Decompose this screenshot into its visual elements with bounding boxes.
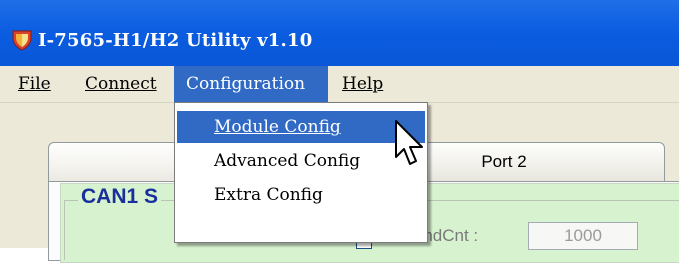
menu-file[interactable]: File xyxy=(10,66,59,102)
menu-item-advanced-config[interactable]: Advanced Config xyxy=(177,145,425,177)
group-title: CAN1 S xyxy=(78,185,162,209)
menu-item-extra-config[interactable]: Extra Config xyxy=(177,179,425,211)
menu-help-label: Help xyxy=(342,74,384,94)
menu-bar: File Connect Configuration Help xyxy=(0,66,679,103)
menu-item-extra-config-label: Extra Config xyxy=(214,185,323,205)
menu-help[interactable]: Help xyxy=(334,66,391,102)
menu-item-module-config[interactable]: Module Config xyxy=(177,111,425,143)
menu-configuration[interactable]: Configuration xyxy=(174,66,328,102)
menu-file-label: File xyxy=(18,74,51,94)
menu-connect[interactable]: Connect xyxy=(77,66,165,102)
menu-item-advanced-config-label: Advanced Config xyxy=(214,151,361,171)
window-title: I-7565-H1/H2 Utility v1.10 xyxy=(38,30,313,51)
menu-configuration-label: Configuration xyxy=(186,74,306,94)
title-bar[interactable]: I-7565-H1/H2 Utility v1.10 xyxy=(0,0,679,66)
menu-connect-label: Connect xyxy=(85,74,157,94)
menu-item-module-config-label: Module Config xyxy=(214,117,341,137)
shield-app-icon xyxy=(12,30,32,51)
hwsendcnt-input[interactable]: 1000 xyxy=(528,222,638,250)
mouse-cursor-icon xyxy=(395,120,423,165)
configuration-dropdown: Module Config Advanced Config Extra Conf… xyxy=(174,102,428,243)
